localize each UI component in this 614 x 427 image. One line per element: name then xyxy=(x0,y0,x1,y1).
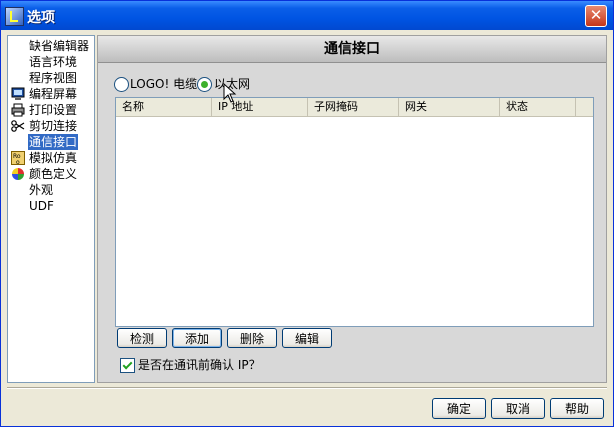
tree-item-label: 通信接口 xyxy=(28,134,79,150)
tree-item-print-settings[interactable]: 打印设置 xyxy=(8,102,94,118)
printer-icon xyxy=(11,103,25,117)
tree-item-communication-interface[interactable]: 通信接口 xyxy=(8,134,94,150)
scissors-icon xyxy=(11,120,25,132)
tree-item-program-view[interactable]: 程序视图 xyxy=(8,70,94,86)
delete-button[interactable]: 删除 xyxy=(227,328,277,348)
tree-item-label: 颜色定义 xyxy=(29,167,78,181)
interface-table[interactable]: 名称 IP 地址 子网掩码 网关 状态 xyxy=(115,97,594,327)
tree-item-label: UDF xyxy=(29,199,54,213)
column-header-name[interactable]: 名称 xyxy=(116,98,212,116)
ok-button[interactable]: 确定 xyxy=(432,398,486,419)
tree-item-label: 剪切连接 xyxy=(29,119,78,133)
add-button[interactable]: 添加 xyxy=(172,328,222,348)
tree-item-label: 程序视图 xyxy=(29,71,78,85)
simulation-icon: Roo xyxy=(11,151,25,165)
column-header-gateway[interactable]: 网关 xyxy=(399,98,500,116)
ethernet-radio[interactable] xyxy=(197,77,212,92)
logo-cable-radio[interactable] xyxy=(114,77,129,92)
cancel-button[interactable]: 取消 xyxy=(491,398,545,419)
title-bar[interactable]: 选项 ✕ xyxy=(1,1,613,30)
column-header-subnet[interactable]: 子网掩码 xyxy=(308,98,399,116)
options-tree: 缺省编辑器 语言环境 程序视图 编程屏幕 打印设置 剪切连接 通信接口 Ro o … xyxy=(7,35,95,383)
help-button[interactable]: 帮助 xyxy=(550,398,604,419)
mouse-cursor-icon xyxy=(223,83,237,103)
tree-item-label: 外观 xyxy=(29,183,54,197)
monitor-icon xyxy=(11,87,25,100)
color-wheel-icon xyxy=(12,168,24,180)
panel-title: 通信接口 xyxy=(98,36,606,63)
tree-item-cut-connections[interactable]: 剪切连接 xyxy=(8,118,94,134)
tree-item-label: 打印设置 xyxy=(29,103,78,117)
settings-panel: 通信接口 LOGO! 电缆 以太网 名称 IP 地址 子网掩码 网关 状态 检测… xyxy=(97,35,607,383)
tree-item-udf[interactable]: UDF xyxy=(8,198,94,214)
confirm-ip-label: 是否在通讯前确认 IP？ xyxy=(138,358,261,372)
tree-item-color-definition[interactable]: 颜色定义 xyxy=(8,166,94,182)
tree-item-default-editor[interactable]: 缺省编辑器 xyxy=(8,38,94,54)
edit-button[interactable]: 编辑 xyxy=(282,328,332,348)
window-title: 选项 xyxy=(27,10,55,26)
svg-text:o: o xyxy=(16,159,20,165)
tree-item-simulation[interactable]: Ro o 模拟仿真 xyxy=(8,150,94,166)
confirm-ip-checkbox[interactable] xyxy=(120,358,135,373)
column-header-status[interactable]: 状态 xyxy=(500,98,576,116)
tree-item-label: 缺省编辑器 xyxy=(29,39,90,53)
tree-item-label: 语言环境 xyxy=(29,55,78,69)
detect-button[interactable]: 检测 xyxy=(117,328,167,348)
tree-item-label: 模拟仿真 xyxy=(29,151,78,165)
footer-separator xyxy=(7,387,607,389)
tree-item-label: 编程屏幕 xyxy=(29,87,78,101)
tree-item-language[interactable]: 语言环境 xyxy=(8,54,94,70)
app-icon xyxy=(5,7,24,26)
logo-cable-label: LOGO! 电缆 xyxy=(130,77,198,91)
table-header: 名称 IP 地址 子网掩码 网关 状态 xyxy=(116,98,593,117)
options-dialog: 选项 ✕ 缺省编辑器 语言环境 程序视图 编程屏幕 打印设置 剪切连接 通信接口… xyxy=(0,0,614,427)
tree-item-programming-screen[interactable]: 编程屏幕 xyxy=(8,86,94,102)
close-button[interactable]: ✕ xyxy=(585,5,607,27)
tree-item-appearance[interactable]: 外观 xyxy=(8,182,94,198)
